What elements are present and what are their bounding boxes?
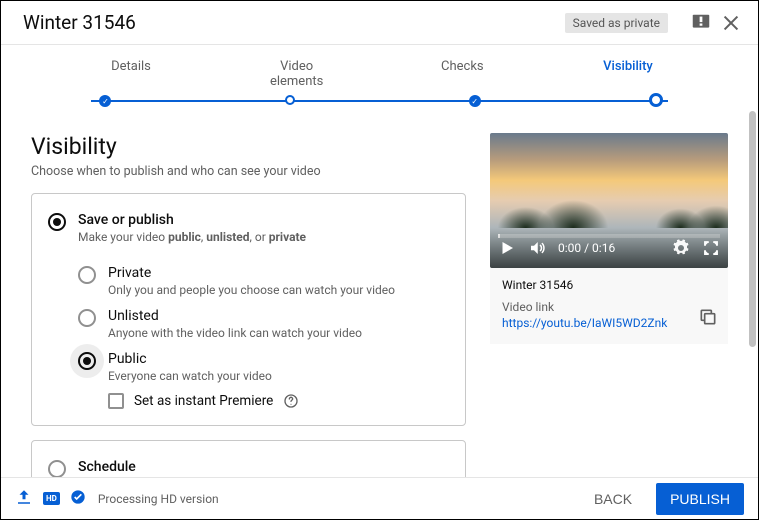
step-details[interactable]: Details [91, 59, 171, 89]
radio-public[interactable] [78, 352, 96, 370]
publish-button[interactable]: PUBLISH [656, 483, 744, 515]
dialog-header: Winter 31546 Saved as private [1, 1, 758, 45]
schedule-title: Schedule [78, 459, 287, 475]
back-button[interactable]: BACK [580, 483, 646, 515]
settings-icon[interactable] [672, 239, 690, 257]
feedback-icon[interactable] [690, 12, 712, 34]
time-display: 0:00 / 0:16 [558, 241, 615, 255]
public-title: Public [108, 351, 299, 367]
help-icon[interactable] [283, 393, 299, 409]
step-dot-details [99, 95, 111, 107]
meta-video-title: Winter 31546 [502, 278, 716, 292]
upload-icon [15, 488, 33, 510]
unlisted-desc: Anyone with the video link can watch you… [108, 326, 362, 340]
close-icon[interactable] [720, 12, 742, 34]
save-status-badge: Saved as private [565, 13, 668, 33]
preview-panel: 0:00 / 0:16 Winter 31546 Video link http… [490, 133, 728, 467]
hd-badge: HD [43, 492, 60, 505]
step-dot-visibility [649, 93, 663, 107]
save-or-publish-option[interactable]: Save or publish Make your video public, … [48, 208, 449, 248]
option-private[interactable]: Private Only you and people you choose c… [78, 256, 449, 299]
volume-icon[interactable] [528, 239, 546, 257]
option-unlisted[interactable]: Unlisted Anyone with the video link can … [78, 299, 449, 342]
step-checks[interactable]: Checks [422, 59, 502, 89]
scrollbar[interactable] [749, 111, 756, 347]
private-title: Private [108, 265, 395, 281]
radio-unlisted[interactable] [78, 309, 96, 327]
page-title: Visibility [31, 133, 466, 160]
page-subtitle: Choose when to publish and who can see y… [31, 164, 466, 179]
processing-status: Processing HD version [98, 492, 219, 506]
video-preview[interactable]: 0:00 / 0:16 [490, 133, 728, 268]
copy-icon[interactable] [698, 307, 718, 330]
stepper: Details Video elements Checks Visibility [1, 45, 758, 127]
video-link-label: Video link [502, 300, 716, 314]
checkmark-icon [70, 489, 86, 509]
dialog-body: Visibility Choose when to publish and wh… [1, 127, 758, 477]
stepper-line [91, 100, 668, 102]
premiere-row[interactable]: Set as instant Premiere [108, 393, 299, 409]
schedule-card: Schedule Select a date to make your vide… [31, 440, 466, 477]
public-desc: Everyone can watch your video [108, 369, 299, 383]
checkbox-premiere[interactable] [108, 393, 124, 409]
radio-save-or-publish[interactable] [48, 213, 66, 231]
save-or-publish-card: Save or publish Make your video public, … [31, 193, 466, 426]
video-link[interactable]: https://youtu.be/IaWI5WD2Znk [502, 316, 716, 330]
save-or-publish-desc: Make your video public, unlisted, or pri… [78, 230, 306, 244]
play-icon[interactable] [498, 239, 516, 257]
step-visibility[interactable]: Visibility [588, 59, 668, 89]
step-video-elements[interactable]: Video elements [257, 59, 337, 89]
video-meta: Winter 31546 Video link https://youtu.be… [490, 268, 728, 344]
private-desc: Only you and people you choose can watch… [108, 283, 395, 297]
upload-dialog: Winter 31546 Saved as private Details Vi… [1, 1, 758, 519]
video-title: Winter 31546 [23, 11, 565, 34]
step-dot-video-elements [285, 95, 295, 105]
radio-private[interactable] [78, 266, 96, 284]
unlisted-title: Unlisted [108, 308, 362, 324]
step-dot-checks [469, 95, 481, 107]
option-schedule[interactable]: Schedule Select a date to make your vide… [48, 455, 449, 477]
fullscreen-icon[interactable] [702, 239, 720, 257]
premiere-label: Set as instant Premiere [134, 393, 273, 409]
option-public[interactable]: Public Everyone can watch your video Set… [78, 342, 449, 411]
save-or-publish-title: Save or publish [78, 212, 306, 228]
radio-schedule[interactable] [48, 460, 66, 477]
dialog-footer: HD Processing HD version BACK PUBLISH [1, 477, 758, 519]
